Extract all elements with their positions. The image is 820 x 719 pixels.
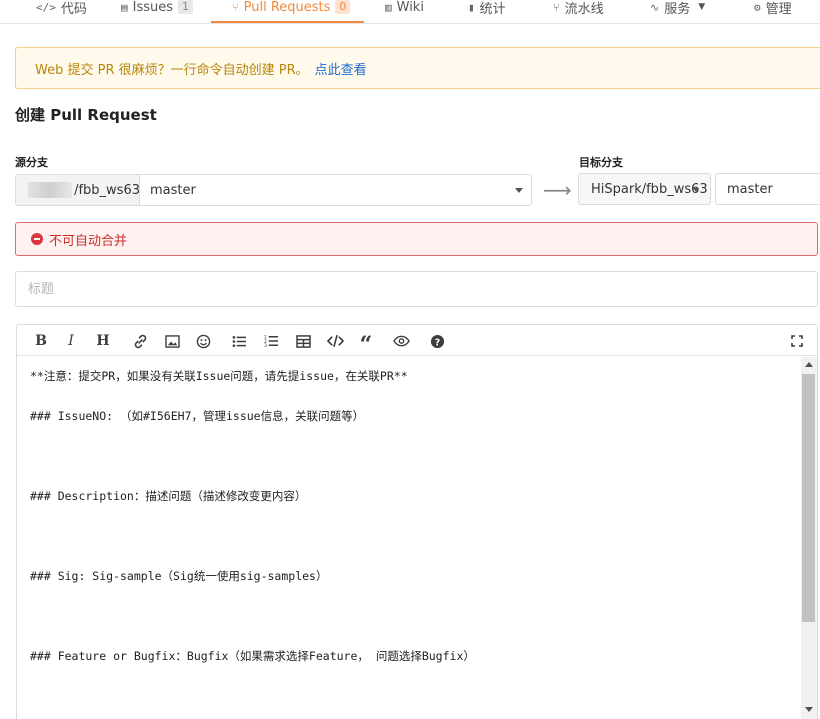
- tab-manage[interactable]: ⚙ 管理: [754, 0, 792, 22]
- numbered-list-icon[interactable]: 123: [261, 331, 281, 351]
- issues-count-badge: 1: [178, 0, 194, 14]
- quote-icon[interactable]: “: [356, 331, 376, 358]
- redacted-owner: [28, 182, 73, 198]
- tab-label: 流水线: [564, 1, 604, 17]
- editor-line: ​: [30, 506, 801, 526]
- editor-line: ​: [30, 386, 801, 406]
- target-branch-select[interactable]: master: [715, 173, 820, 205]
- editor-line: ### Description：描述问题（描述修改变更内容）: [30, 489, 307, 503]
- editor-line: ​: [30, 586, 801, 606]
- tab-label: Wiki: [396, 0, 424, 15]
- tab-wiki[interactable]: ▥ Wiki: [385, 0, 424, 22]
- editor-line: ​: [30, 526, 801, 546]
- target-branch-label: 目标分支: [579, 156, 623, 169]
- tab-label: Issues: [132, 0, 174, 15]
- editor-line: ​: [30, 546, 801, 566]
- code-icon[interactable]: [325, 331, 345, 351]
- chevron-down-icon: [515, 188, 523, 193]
- manage-icon: ⚙: [754, 0, 761, 14]
- bulleted-list-icon[interactable]: [229, 331, 249, 351]
- banner-link[interactable]: 点此查看: [315, 59, 367, 78]
- source-branch-label: 源分支: [15, 156, 48, 169]
- editor-line: ​: [30, 466, 801, 486]
- svg-text:?: ?: [434, 337, 439, 348]
- tab-service[interactable]: ∿ 服务 ▼: [650, 0, 705, 22]
- source-branch-select[interactable]: master: [139, 174, 532, 206]
- tab-label: 代码: [60, 1, 87, 17]
- chevron-down-icon: ▼: [698, 2, 706, 12]
- scroll-up-arrow-icon[interactable]: [805, 362, 813, 367]
- chevron-down-icon: [693, 188, 699, 192]
- target-branch-value: master: [727, 181, 773, 197]
- italic-icon[interactable]: I: [61, 331, 81, 351]
- description-editor: B I H 123 “ ? **注意：提交PR，如果没有关联Issue问题，请先…: [16, 324, 818, 719]
- link-icon[interactable]: [130, 331, 150, 351]
- tab-pipeline[interactable]: ⑂ 流水线: [553, 0, 604, 22]
- target-repo-select[interactable]: HiSpark/fbb_ws63: [578, 173, 711, 205]
- pull-requests-count-badge: 0: [335, 0, 351, 14]
- preview-icon[interactable]: [391, 331, 411, 351]
- tab-stats[interactable]: ▮ 统计: [468, 0, 506, 22]
- repo-nav: </> 代码 ▤ Issues 1 ⑂ Pull Requests 0 ▥ Wi…: [0, 0, 820, 24]
- help-icon[interactable]: ?: [427, 331, 447, 351]
- svg-text:3: 3: [264, 343, 267, 348]
- bold-icon[interactable]: B: [31, 331, 51, 351]
- code-icon: </>: [36, 0, 56, 14]
- tab-issues[interactable]: ▤ Issues 1: [121, 0, 194, 22]
- table-icon[interactable]: [293, 331, 313, 351]
- editor-line: ### IssueNO: （如#I56EH7，管理issue信息，关联问题等）: [30, 409, 365, 423]
- service-icon: ∿: [650, 0, 660, 14]
- image-icon[interactable]: [162, 331, 182, 351]
- arrow-right-icon: ⟶: [543, 178, 572, 202]
- wiki-icon: ▥: [385, 0, 392, 14]
- editor-line: **注意：提交PR，如果没有关联Issue问题，请先提issue，在关联PR**: [30, 369, 408, 383]
- pipeline-icon: ⑂: [553, 0, 560, 14]
- editor-textarea[interactable]: **注意：提交PR，如果没有关联Issue问题，请先提issue，在关联PR**…: [17, 357, 801, 719]
- cli-tip-banner: Web 提交 PR 很麻烦？一行命令自动创建 PR。 点此查看: [15, 47, 820, 89]
- tab-pull-requests[interactable]: ⑂ Pull Requests 0: [232, 0, 351, 22]
- fullscreen-icon[interactable]: [787, 331, 807, 351]
- source-repo: /fbb_ws63: [15, 174, 140, 206]
- editor-line: ​: [30, 446, 801, 466]
- scroll-down-arrow-icon[interactable]: [805, 707, 813, 712]
- editor-scrollbar[interactable]: [801, 357, 817, 719]
- issues-icon: ▤: [121, 0, 128, 14]
- tab-label: 管理: [765, 1, 792, 17]
- editor-line: ​: [30, 626, 801, 646]
- merge-status-text: 不可自动合并: [49, 233, 128, 249]
- tab-label: Pull Requests: [243, 0, 331, 15]
- pr-title-input[interactable]: [15, 271, 818, 307]
- scroll-thumb[interactable]: [802, 374, 815, 622]
- emoji-icon[interactable]: [193, 331, 213, 351]
- editor-toolbar: B I H 123 “ ?: [17, 325, 817, 358]
- target-repo-value: HiSpark/fbb_ws63: [591, 181, 708, 197]
- editor-line: ​: [30, 426, 801, 446]
- tab-code[interactable]: </> 代码: [36, 0, 87, 22]
- merge-status-alert: 不可自动合并: [15, 222, 818, 256]
- stats-icon: ▮: [468, 0, 475, 14]
- source-repo-name: /fbb_ws63: [74, 182, 140, 198]
- error-icon: [31, 233, 43, 245]
- source-branch-value: master: [150, 182, 196, 198]
- banner-text: Web 提交 PR 很麻烦？一行命令自动创建 PR。: [35, 62, 309, 78]
- heading-icon[interactable]: H: [93, 331, 113, 351]
- page-title: 创建 Pull Request: [15, 106, 157, 124]
- tab-label: 统计: [479, 1, 506, 17]
- editor-line: ### Sig: Sig-sample（Sig统一使用sig-samples）: [30, 569, 328, 583]
- tab-label: 服务: [664, 1, 691, 17]
- editor-line: ​: [30, 606, 801, 626]
- active-tab-indicator: [211, 21, 364, 23]
- editor-line: ### Feature or Bugfix：Bugfix（如果需求选择Featu…: [30, 649, 475, 663]
- pull-request-icon: ⑂: [232, 0, 239, 14]
